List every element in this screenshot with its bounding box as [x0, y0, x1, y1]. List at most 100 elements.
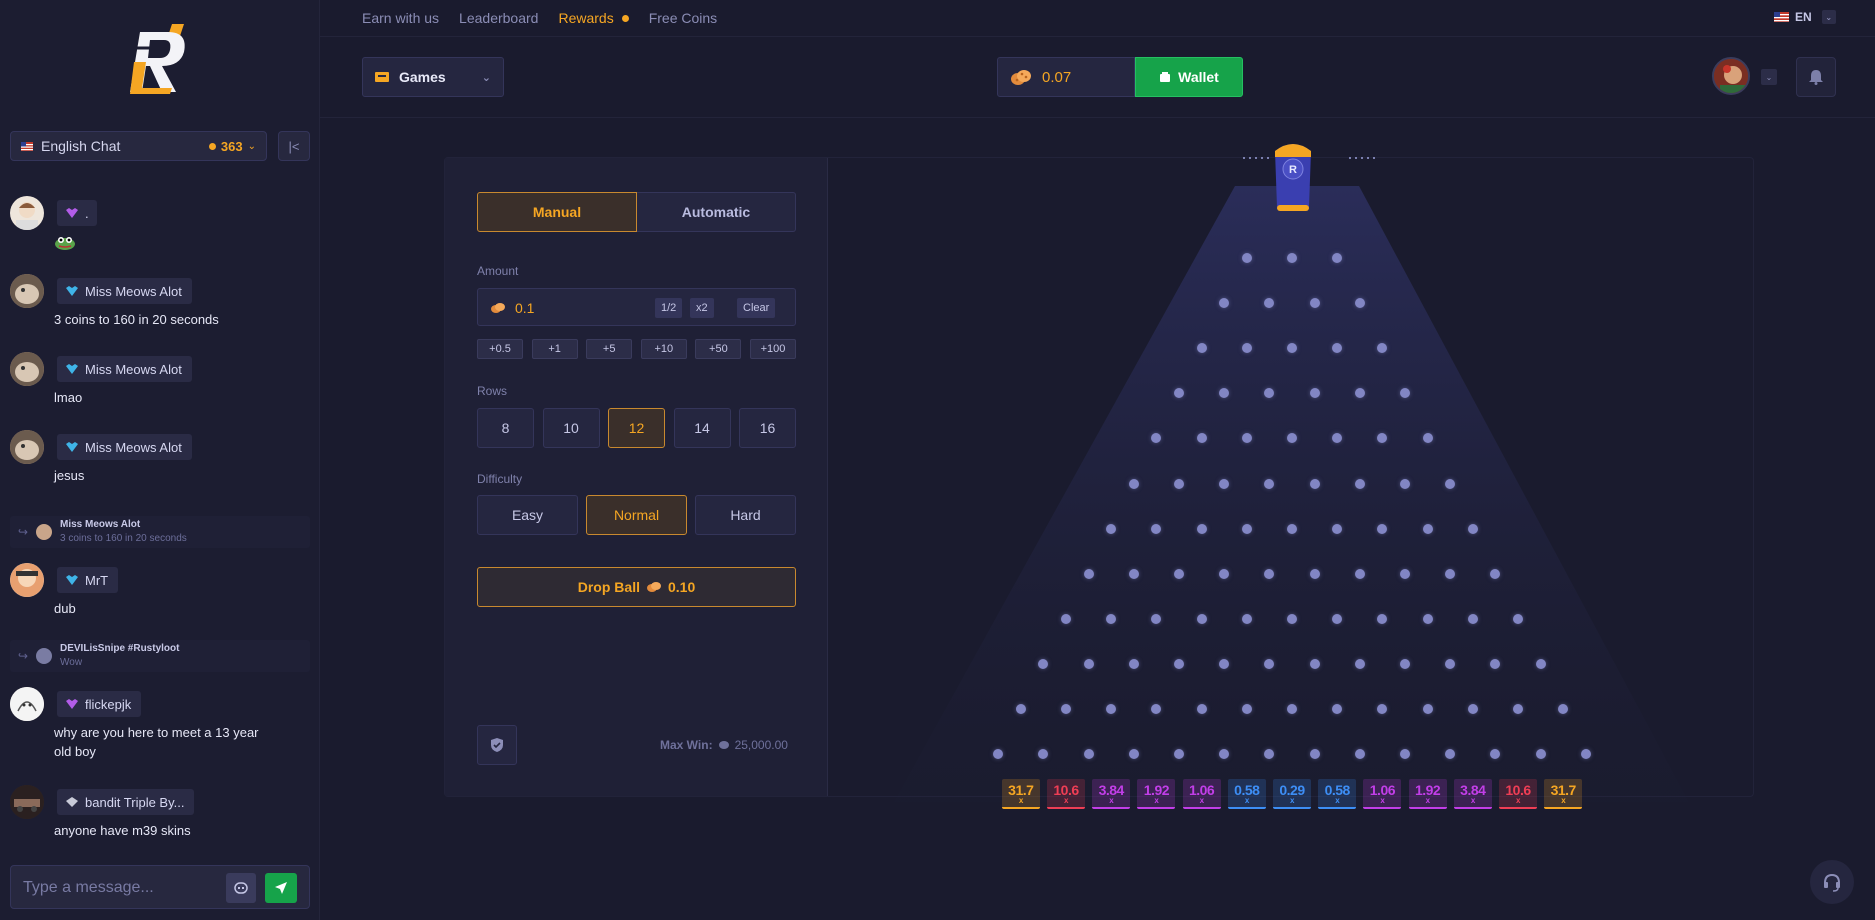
avatar[interactable] [10, 196, 44, 230]
send-message-button[interactable] [265, 873, 297, 903]
wallet-label: Wallet [1178, 69, 1219, 85]
peg [1083, 749, 1094, 760]
multiplier-bucket: 0.58 x [1318, 779, 1357, 810]
chevron-down-icon: ⌄ [481, 71, 491, 84]
bet-controls: Manual Automatic Amount 1/2 x2 Clear +0.… [445, 158, 828, 796]
multiplier-suffix: x [1154, 795, 1159, 805]
drop-ball-button[interactable]: Drop Ball 0.10 [477, 567, 796, 607]
max-win-label: Max Win: [660, 738, 713, 752]
double-amount-button[interactable]: x2 [690, 298, 714, 318]
peg [1061, 704, 1071, 714]
peg [1422, 704, 1433, 714]
peg [1332, 613, 1343, 624]
add-5-button[interactable]: +5 [586, 339, 633, 359]
peg [1377, 523, 1388, 534]
chat-room-selector[interactable]: English Chat 363 ⌄ [10, 131, 267, 161]
rows-option-12[interactable]: 12 [608, 408, 665, 448]
avatar[interactable] [10, 563, 44, 597]
message-text: dub [54, 601, 76, 616]
tab-automatic[interactable]: Automatic [637, 192, 796, 232]
add-1-button[interactable]: +1 [531, 339, 578, 359]
username-pill[interactable]: flickepjk [57, 691, 142, 717]
add-100-button[interactable]: +100 [749, 339, 796, 359]
avatar[interactable] [10, 687, 44, 721]
notifications-button[interactable] [1796, 57, 1836, 97]
chat-message-list[interactable]: . Miss Meows Alot 3 coins to 160 in 20 s… [0, 180, 320, 855]
difficulty-normal[interactable]: Normal [586, 495, 687, 535]
support-chat-button[interactable] [1810, 860, 1854, 904]
half-amount-button[interactable]: 1/2 [655, 298, 683, 318]
user-menu-chevron[interactable]: ⌄ [1761, 69, 1777, 85]
username-pill[interactable]: Miss Meows Alot [57, 278, 192, 304]
chat-message-input[interactable] [23, 876, 223, 900]
difficulty-easy[interactable]: Easy [477, 495, 578, 535]
us-flag-icon [21, 141, 33, 151]
multiplier-suffix: x [1516, 795, 1520, 805]
peg [1309, 298, 1320, 309]
amount-input[interactable] [515, 297, 635, 319]
tab-manual[interactable]: Manual [477, 192, 637, 232]
avatar[interactable] [10, 274, 44, 308]
multiplier-bucket: 3.84 x [1453, 779, 1492, 810]
nav-free-coins[interactable]: Free Coins [649, 10, 717, 26]
peg [1015, 704, 1026, 714]
peg [1174, 568, 1184, 579]
rows-option-10[interactable]: 10 [542, 408, 600, 448]
reply-preview[interactable]: ↪ Miss Meows Alot 3 coins to 160 in 20 s… [10, 516, 310, 548]
avatar[interactable] [10, 430, 44, 464]
nav-leaderboard[interactable]: Leaderboard [459, 10, 538, 26]
username-pill[interactable]: Miss Meows Alot [57, 356, 192, 382]
peg [1513, 704, 1523, 714]
reply-preview[interactable]: ↪ DEVILisSnipe #Rustyloot Wow [10, 640, 310, 672]
chevron-down-icon: ⌄ [247, 140, 256, 152]
wallet-button[interactable]: Wallet [1135, 57, 1243, 97]
nav-earn-with-us[interactable]: Earn with us [362, 10, 439, 26]
divider [320, 36, 1875, 37]
language-selector[interactable]: EN ⌄ [1774, 10, 1836, 24]
peg [1445, 478, 1456, 489]
nav-rewards[interactable]: Rewards [558, 10, 629, 26]
peg [1241, 343, 1252, 354]
username-pill[interactable]: Miss Meows Alot [57, 434, 192, 460]
multiplier-suffix: x [1470, 795, 1475, 805]
difficulty-hard[interactable]: Hard [695, 495, 796, 535]
add-10-button[interactable]: +10 [640, 339, 687, 359]
add-50-button[interactable]: +50 [695, 339, 742, 359]
username-pill[interactable]: MrT [57, 567, 119, 593]
avatar [36, 648, 52, 664]
emote-button[interactable] [226, 873, 256, 903]
add-0-5-button[interactable]: +0.5 [477, 339, 523, 359]
quick-add-buttons: +0.5 +1 +5 +10 +50 +100 [477, 339, 796, 359]
avatar[interactable] [10, 785, 44, 819]
frog-emote-icon [55, 236, 75, 250]
peg [1106, 613, 1117, 624]
site-logo[interactable] [128, 22, 194, 94]
rows-option-14[interactable]: 14 [673, 408, 731, 448]
rows-option-8[interactable]: 8 [477, 408, 534, 448]
peg [1580, 749, 1591, 760]
collapse-chat-button[interactable]: |< [278, 131, 310, 161]
emote-icon [234, 882, 248, 894]
online-indicator-icon [208, 142, 216, 150]
peg [1083, 568, 1094, 579]
multiplier-suffix: x [1064, 795, 1068, 805]
rows-option-16[interactable]: 16 [739, 408, 796, 448]
clear-amount-button[interactable]: Clear [737, 298, 776, 318]
avatar[interactable] [10, 352, 44, 386]
username-pill[interactable]: . [57, 200, 97, 226]
peg [1422, 613, 1433, 624]
user-avatar[interactable] [1712, 57, 1750, 95]
message-text: 3 coins to 160 in 20 seconds [54, 312, 219, 327]
reply-arrow-icon: ↪ [18, 649, 29, 663]
provably-fair-button[interactable] [477, 725, 517, 765]
multiplier-suffix: x [1109, 795, 1114, 805]
peg [1196, 343, 1207, 354]
avatar [36, 524, 52, 540]
username-pill[interactable]: bandit Triple By... [57, 789, 195, 815]
peg [1422, 523, 1433, 534]
reply-text: 3 coins to 160 in 20 seconds [60, 533, 187, 544]
peg [1083, 658, 1094, 669]
peg [1309, 388, 1320, 399]
games-dropdown[interactable]: Games ⌄ [362, 57, 504, 97]
balance-value: 0.07 [1042, 68, 1072, 86]
